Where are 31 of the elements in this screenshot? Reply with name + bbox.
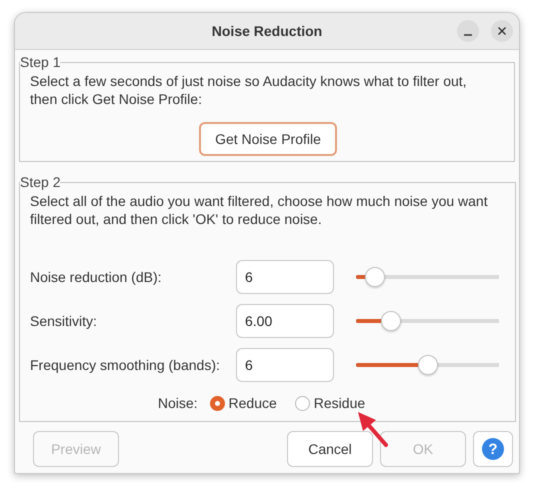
- parameter-label: Noise reduction (dB):: [29, 269, 163, 285]
- slider-fill: [356, 275, 365, 279]
- window-title: Noise Reduction: [212, 23, 322, 39]
- minimize-button[interactable]: [457, 20, 479, 42]
- value-field[interactable]: 6: [236, 348, 334, 382]
- instruction-text: Select all of the audio you want filtered, choose how much noise you want filtered out, and then click 'OK' to reduce noise.: [30, 192, 489, 228]
- radio-button[interactable]: [294, 396, 310, 410]
- group-legend: Step 2: [20, 174, 60, 190]
- radio-button[interactable]: [210, 396, 225, 410]
- value-field[interactable]: 6.00: [236, 304, 334, 338]
- group-legend: Step 1: [20, 54, 60, 70]
- get-noise-profile-button[interactable]: Get Noise Profile: [199, 122, 337, 156]
- cancel-button[interactable]: Cancel: [287, 431, 373, 467]
- slider-fill: [356, 363, 418, 367]
- instruction-text: Select a few seconds of just noise so Audacity knows what to filter out, then click Get Noise Profile:: [30, 72, 468, 108]
- noise-label: Noise:: [158, 395, 198, 411]
- help-icon: ?: [482, 438, 504, 460]
- help-button[interactable]: ?: [473, 431, 513, 467]
- parameter-label: Frequency smoothing (bands):: [29, 357, 221, 373]
- slider-thumb[interactable]: [418, 355, 438, 375]
- slider-fill: [356, 319, 382, 323]
- radio-option[interactable]: Reduce: [210, 395, 277, 411]
- parameter-label: Sensitivity:: [29, 313, 98, 329]
- arrow-drawing: [356, 411, 390, 449]
- slider-thumb[interactable]: [381, 311, 402, 331]
- minimize-icon: [464, 34, 472, 36]
- radio-option[interactable]: Residue: [294, 395, 366, 411]
- close-button[interactable]: [491, 20, 513, 42]
- value-field[interactable]: 6: [236, 260, 334, 294]
- slider-thumb[interactable]: [364, 267, 385, 287]
- close-icon: [497, 26, 507, 36]
